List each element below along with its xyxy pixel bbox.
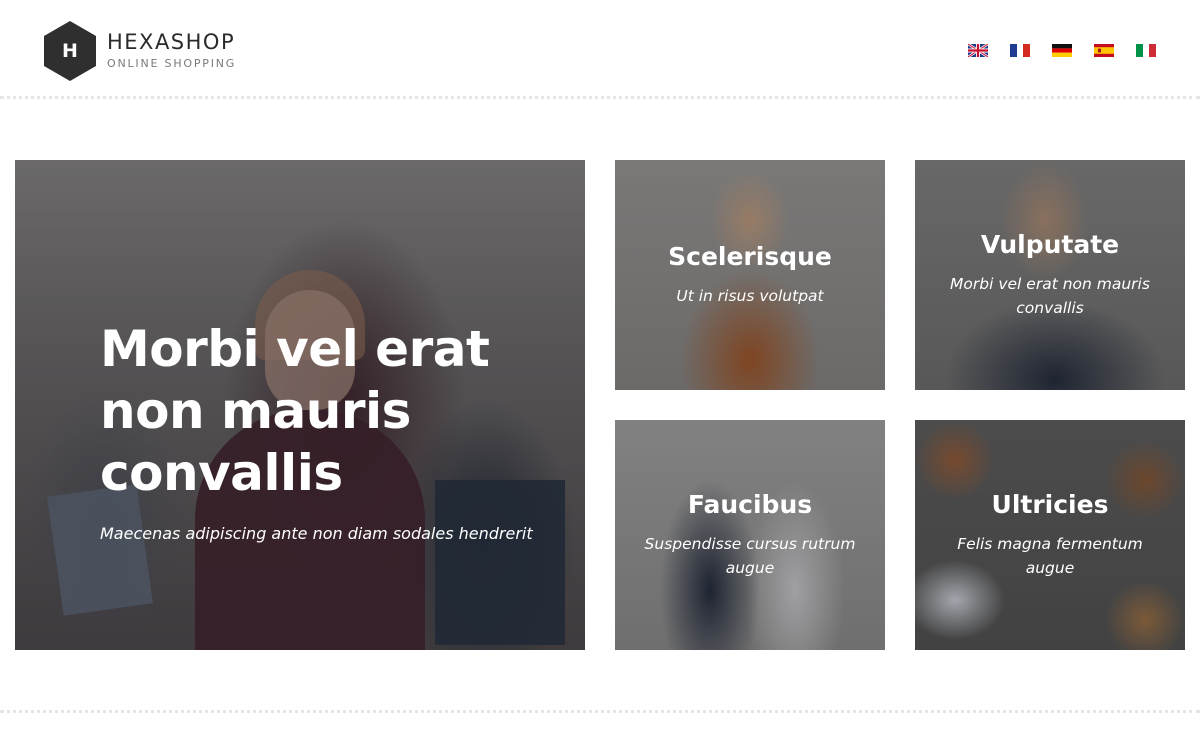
header-divider xyxy=(0,96,1200,99)
hexagon-logo-icon: H xyxy=(44,21,96,81)
brand-text: HEXASHOP ONLINE SHOPPING xyxy=(107,30,236,72)
italy-flag-icon[interactable] xyxy=(1136,44,1156,57)
category-tile-scelerisque[interactable]: Scelerisque Ut in risus volutpat xyxy=(615,160,885,390)
hero-banner[interactable]: Morbi vel erat non mauris convallis Maec… xyxy=(15,160,585,650)
category-tile-vulputate[interactable]: Vulputate Morbi vel erat non mauris conv… xyxy=(915,160,1185,390)
tile-subtitle: Felis magna fermentum augue xyxy=(957,535,1143,577)
logo-letter: H xyxy=(62,40,78,62)
france-flag-icon[interactable] xyxy=(1010,44,1030,57)
brand-tagline: ONLINE SHOPPING xyxy=(107,57,237,70)
category-tile-ultricies[interactable]: Ultricies Felis magna fermentum augue xyxy=(915,420,1185,650)
tile-title: Scelerisque xyxy=(668,242,832,271)
language-switcher xyxy=(968,44,1156,57)
category-tile-faucibus[interactable]: Faucibus Suspendisse cursus rutrum augue xyxy=(615,420,885,650)
spain-flag-icon[interactable] xyxy=(1094,44,1114,57)
hero-subtitle: Maecenas adipiscing ante non diam sodale… xyxy=(100,524,533,543)
site-header: H HEXASHOP ONLINE SHOPPING xyxy=(0,0,1200,98)
tile-subtitle: Ut in risus volutpat xyxy=(676,287,824,305)
section-divider xyxy=(0,710,1200,713)
uk-flag-icon[interactable] xyxy=(968,44,988,57)
tile-title: Ultricies xyxy=(991,490,1109,519)
brand-logo[interactable]: H HEXASHOP ONLINE SHOPPING xyxy=(44,21,236,81)
tile-subtitle: Morbi vel erat non mauris convallis xyxy=(950,275,1150,317)
hero-content: Morbi vel erat non mauris convallis Maec… xyxy=(15,160,585,650)
tile-subtitle: Suspendisse cursus rutrum augue xyxy=(644,535,856,577)
tile-title: Faucibus xyxy=(687,490,813,519)
brand-name: HEXASHOP xyxy=(107,30,236,54)
hero-title: Morbi vel erat non mauris convallis xyxy=(100,320,490,502)
tile-title: Vulputate xyxy=(980,230,1120,259)
germany-flag-icon[interactable] xyxy=(1052,44,1072,57)
